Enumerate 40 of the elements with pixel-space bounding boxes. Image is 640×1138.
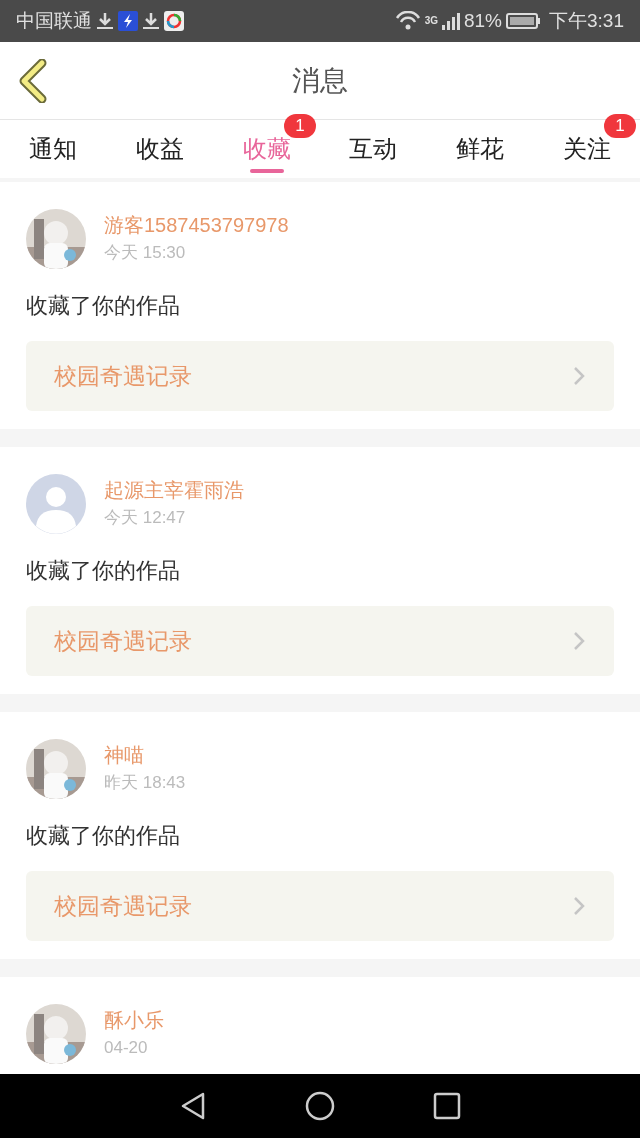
- message-text: 收藏了你的作品: [26, 292, 181, 320]
- count-badge: 1: [604, 114, 637, 138]
- battery-icon: [506, 11, 541, 31]
- tab[interactable]: 互动: [345, 120, 402, 178]
- download-icon: [142, 11, 160, 31]
- chevron-right-icon: [572, 895, 586, 917]
- work-link[interactable]: 校园奇遇记录: [26, 606, 614, 676]
- home-nav-icon[interactable]: [305, 1091, 335, 1121]
- message-time: 今天 12:47: [104, 507, 187, 529]
- tab-underline: [249, 169, 284, 173]
- back-chevron-icon: [18, 59, 48, 103]
- user-name[interactable]: 酥小乐: [104, 1007, 164, 1033]
- tab[interactable]: 通知: [25, 120, 82, 178]
- user-name[interactable]: 神喵: [104, 742, 186, 768]
- count-badge: 1: [284, 114, 316, 138]
- wifi-icon: [394, 11, 421, 31]
- message-time: 今天 15:30: [104, 242, 187, 264]
- battery-percent: 81%: [464, 8, 502, 33]
- lightning-app-icon: [118, 11, 138, 31]
- work-link[interactable]: 校园奇遇记录: [26, 341, 614, 411]
- page-title: 消息: [292, 63, 348, 98]
- user-name[interactable]: 起源主宰霍雨浩: [104, 477, 244, 503]
- recents-nav-icon[interactable]: [433, 1092, 461, 1120]
- carrier-name: 中国联通: [16, 8, 92, 33]
- chevron-right-icon: [572, 630, 586, 652]
- message-time: 昨天 18:43: [104, 772, 186, 794]
- work-link[interactable]: 校园奇遇记录: [26, 871, 614, 941]
- chevron-right-icon: [572, 365, 586, 387]
- tab[interactable]: 鲜花: [452, 120, 508, 178]
- message-text: 收藏了你的作品: [26, 822, 181, 850]
- network-type: 3G: [424, 13, 438, 28]
- user-name[interactable]: 游客1587453797978: [104, 212, 289, 238]
- tab[interactable]: 收益: [132, 120, 188, 178]
- app-logo-icon: [164, 11, 184, 31]
- message-time: 04-20: [104, 1037, 149, 1059]
- clock-time: 下午3:31: [549, 8, 624, 33]
- message-text: 收藏了你的作品: [26, 557, 181, 585]
- download-icon: [96, 11, 114, 31]
- signal-icon: [442, 11, 460, 31]
- back-nav-icon[interactable]: [179, 1091, 207, 1121]
